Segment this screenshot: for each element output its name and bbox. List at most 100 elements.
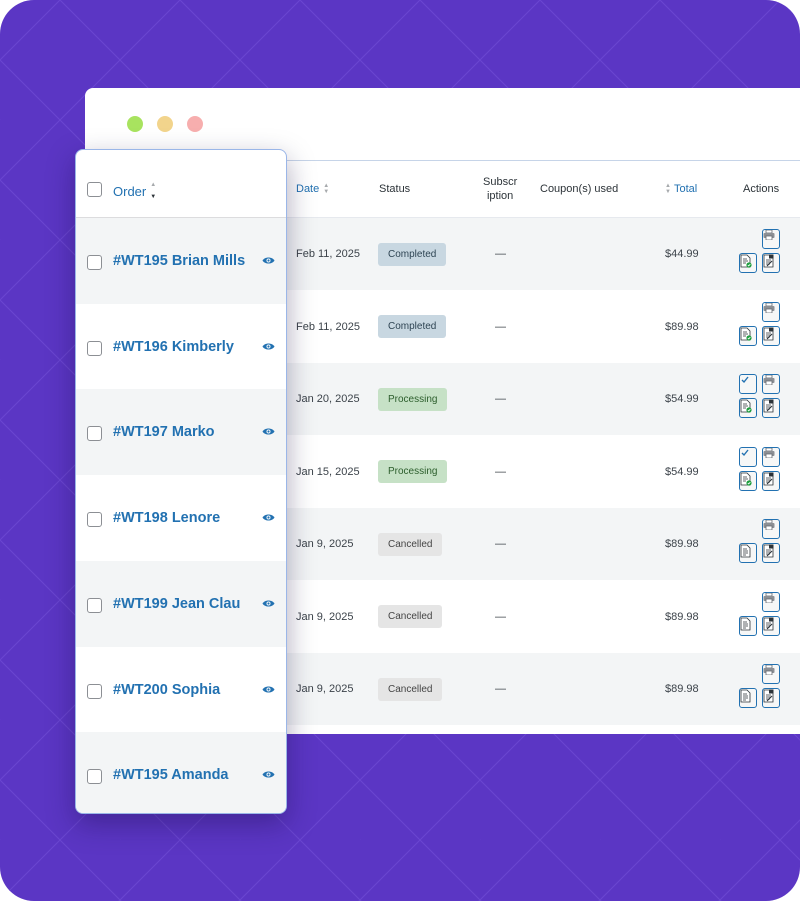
maximize-dot[interactable] xyxy=(127,116,143,132)
print-button[interactable] xyxy=(762,591,780,612)
subscription-value: — xyxy=(495,683,506,695)
row-checkbox[interactable] xyxy=(87,512,102,528)
sort-icon: ▲ ▼ xyxy=(323,183,330,195)
print-button[interactable] xyxy=(762,374,780,394)
order-date: Jan 9, 2025 xyxy=(296,610,354,623)
order-link[interactable]: #WT197 Marko xyxy=(113,389,215,475)
column-date[interactable]: Date ▲ ▼ xyxy=(296,161,329,217)
subscription-value: — xyxy=(495,610,506,623)
row-checkbox[interactable] xyxy=(87,769,102,785)
packing-slip-button[interactable] xyxy=(762,615,780,636)
complete-check-button[interactable] xyxy=(739,374,757,394)
row-actions xyxy=(737,301,783,352)
print-button[interactable] xyxy=(762,664,780,684)
order-date: Jan 15, 2025 xyxy=(296,465,360,478)
status-badge: Completed xyxy=(378,315,447,338)
status-badge: Processing xyxy=(378,387,448,411)
order-status: Completed xyxy=(378,218,447,290)
packing-slip-button[interactable] xyxy=(762,325,780,346)
packing-slip-button[interactable] xyxy=(762,470,780,491)
order-date: Jan 9, 2025 xyxy=(296,538,354,550)
order-date: Feb 11, 2025 xyxy=(296,248,361,260)
window-controls xyxy=(127,116,203,132)
column-subscription-label-1: Subscr xyxy=(483,176,518,188)
row-actions xyxy=(737,446,783,497)
order-total: $89.98 xyxy=(665,610,699,623)
subscription-value: — xyxy=(495,393,506,405)
order-link[interactable]: #WT198 Lenore xyxy=(113,475,220,561)
column-total-label: Total xyxy=(673,183,698,195)
invoice-check-button[interactable] xyxy=(739,253,757,273)
order-date: Jan 9, 2025 xyxy=(296,683,354,695)
order-sort-link[interactable]: Order ▲ ▼ xyxy=(113,182,156,200)
order-row: #WT197 Marko xyxy=(76,389,286,476)
status-badge: Cancelled xyxy=(378,605,443,628)
select-all-checkbox[interactable] xyxy=(87,182,102,197)
invoice-check-button[interactable] xyxy=(739,398,757,418)
order-column-header: Order ▲ ▼ xyxy=(76,150,286,218)
invoice-button[interactable] xyxy=(739,688,757,708)
invoice-button[interactable] xyxy=(739,615,757,636)
column-total[interactable]: ▲ ▼ Total xyxy=(665,161,697,217)
column-actions: Actions xyxy=(743,161,779,217)
status-badge: Cancelled xyxy=(378,532,443,556)
column-subscription: Subscr iption xyxy=(483,161,517,217)
order-total: $54.99 xyxy=(665,393,699,405)
column-date-label: Date xyxy=(296,183,320,195)
print-button[interactable] xyxy=(762,229,780,249)
invoice-check-button[interactable] xyxy=(739,325,757,346)
row-actions xyxy=(737,374,783,424)
row-checkbox[interactable] xyxy=(87,426,102,442)
packing-slip-button[interactable] xyxy=(762,688,780,708)
subscription-value: — xyxy=(495,465,506,478)
order-row: #WT198 Lenore xyxy=(76,475,286,561)
status-badge: Completed xyxy=(378,242,447,266)
order-column-panel: Order ▲ ▼ #WT195 Brian Mills #WT196 Kimber… xyxy=(75,149,287,814)
row-actions xyxy=(737,519,783,569)
status-badge: Processing xyxy=(378,460,448,483)
print-button[interactable] xyxy=(762,301,780,322)
packing-slip-button[interactable] xyxy=(762,253,780,273)
order-status: Processing xyxy=(378,363,448,435)
order-status: Completed xyxy=(378,291,447,363)
order-header-label: Order xyxy=(113,183,147,199)
order-status: Cancelled xyxy=(378,653,443,725)
order-row: #WT195 Amanda xyxy=(76,732,286,813)
order-link[interactable]: #WT195 Amanda xyxy=(113,732,229,813)
row-checkbox[interactable] xyxy=(87,340,102,356)
packing-slip-button[interactable] xyxy=(762,398,780,418)
order-link[interactable]: #WT199 Jean Clau xyxy=(113,561,240,647)
order-total: $89.98 xyxy=(665,683,699,695)
order-link[interactable]: #WT196 Kimberly xyxy=(113,304,234,390)
order-status: Cancelled xyxy=(378,581,443,653)
row-actions xyxy=(737,664,783,714)
order-link[interactable]: #WT200 Sophia xyxy=(113,647,220,733)
order-date: Feb 11, 2025 xyxy=(296,320,361,333)
print-button[interactable] xyxy=(762,446,780,467)
row-actions xyxy=(737,591,783,642)
order-row: #WT200 Sophia xyxy=(76,647,286,733)
order-row: #WT195 Brian Mills xyxy=(76,218,286,304)
row-checkbox[interactable] xyxy=(87,255,102,270)
order-total: $54.99 xyxy=(665,465,699,478)
invoice-button[interactable] xyxy=(739,543,757,563)
subscription-value: — xyxy=(495,320,506,333)
minimize-dot[interactable] xyxy=(157,116,173,132)
order-row: #WT199 Jean Clau xyxy=(76,560,286,647)
column-status: Status xyxy=(379,161,410,217)
row-actions xyxy=(737,229,783,279)
sort-icon: ▲ ▼ xyxy=(665,183,671,195)
invoice-check-button[interactable] xyxy=(739,470,757,491)
order-link[interactable]: #WT195 Brian Mills xyxy=(113,218,245,304)
order-total: $89.98 xyxy=(665,538,699,550)
sort-icon: ▲ ▼ xyxy=(150,182,157,200)
row-checkbox[interactable] xyxy=(87,597,102,613)
packing-slip-button[interactable] xyxy=(762,543,780,563)
column-coupons: Coupon(s) used xyxy=(540,161,618,217)
row-checkbox[interactable] xyxy=(87,683,102,699)
close-dot[interactable] xyxy=(187,116,203,132)
order-date: Jan 20, 2025 xyxy=(296,393,360,405)
complete-check-button[interactable] xyxy=(739,446,757,467)
column-subscription-label-2: iption xyxy=(486,190,514,202)
print-button[interactable] xyxy=(762,519,780,539)
